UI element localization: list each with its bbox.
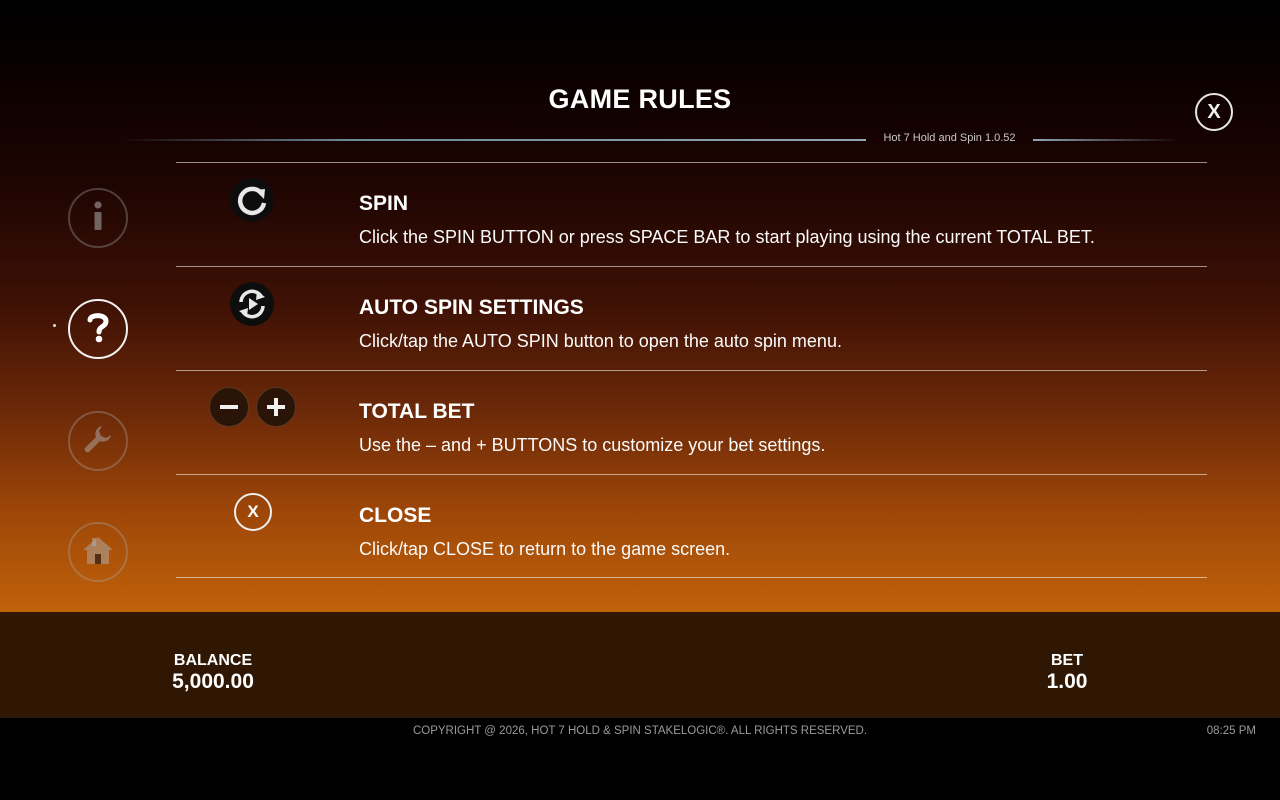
footer: COPYRIGHT @ 2026, HOT 7 HOLD & SPIN STAK… (0, 718, 1280, 800)
copyright-text: COPYRIGHT @ 2026, HOT 7 HOLD & SPIN STAK… (412, 725, 868, 737)
page-title: GAME RULES (548, 84, 732, 114)
close-button[interactable]: X (1195, 93, 1233, 131)
close-icon: X (1207, 100, 1221, 123)
rule-description: Click/tap CLOSE to return to the game sc… (359, 539, 731, 559)
rule-title: CLOSE (359, 504, 432, 527)
nav-settings-button[interactable] (68, 411, 128, 471)
rule-row-spin: SPIN Click the SPIN BUTTON or press SPAC… (176, 162, 1207, 266)
home-icon (82, 535, 114, 570)
nav-help-button[interactable] (68, 299, 128, 359)
plus-icon (256, 387, 296, 427)
bet-display: BET 1.00 (1017, 652, 1117, 694)
rule-row-total-bet: TOTAL BET Use the – and + BUTTONS to cus… (176, 370, 1207, 474)
close-icon: X (234, 493, 272, 531)
settings-wrench-icon (82, 423, 114, 460)
info-icon (91, 200, 105, 236)
rule-row-close: X CLOSE Click/tap CLOSE to return to the… (176, 474, 1207, 578)
nav-info-button[interactable] (68, 188, 128, 248)
rule-title: SPIN (359, 192, 409, 215)
header-divider-left (120, 139, 866, 141)
clock: 08:25 PM (1206, 725, 1256, 737)
rule-description: Use the – and + BUTTONS to customize you… (359, 435, 826, 455)
minus-plus-icons (209, 387, 296, 427)
bet-label: BET (1051, 652, 1083, 669)
version-label: Hot 7 Hold and Spin 1.0.52 (883, 132, 1016, 144)
rule-description: Click/tap the AUTO SPIN button to open t… (359, 331, 842, 351)
header-divider-right (1033, 139, 1180, 141)
close-icon-glyph: X (247, 502, 259, 521)
rule-title: TOTAL BET (359, 400, 475, 423)
minus-icon (209, 387, 249, 427)
rules-overlay: GAME RULES X Hot 7 Hold and Spin 1.0.52 (0, 0, 1280, 612)
rule-description: Click the SPIN BUTTON or press SPACE BAR… (359, 227, 1095, 247)
bottom-bar: BALANCE 5,000.00 BET 1.00 (0, 612, 1280, 718)
bet-value: 1.00 (1046, 670, 1088, 693)
auto-spin-icon (230, 282, 274, 326)
nav-home-button[interactable] (68, 522, 128, 582)
balance-label: BALANCE (173, 652, 253, 669)
spin-icon (230, 178, 274, 222)
help-icon (86, 311, 110, 348)
rule-row-auto-spin: AUTO SPIN SETTINGS Click/tap the AUTO SP… (176, 266, 1207, 370)
active-indicator (53, 324, 56, 327)
rules-list: SPIN Click the SPIN BUTTON or press SPAC… (176, 162, 1207, 578)
balance-display: BALANCE 5,000.00 (153, 652, 273, 694)
rule-title: AUTO SPIN SETTINGS (359, 296, 584, 319)
balance-value: 5,000.00 (172, 670, 254, 693)
